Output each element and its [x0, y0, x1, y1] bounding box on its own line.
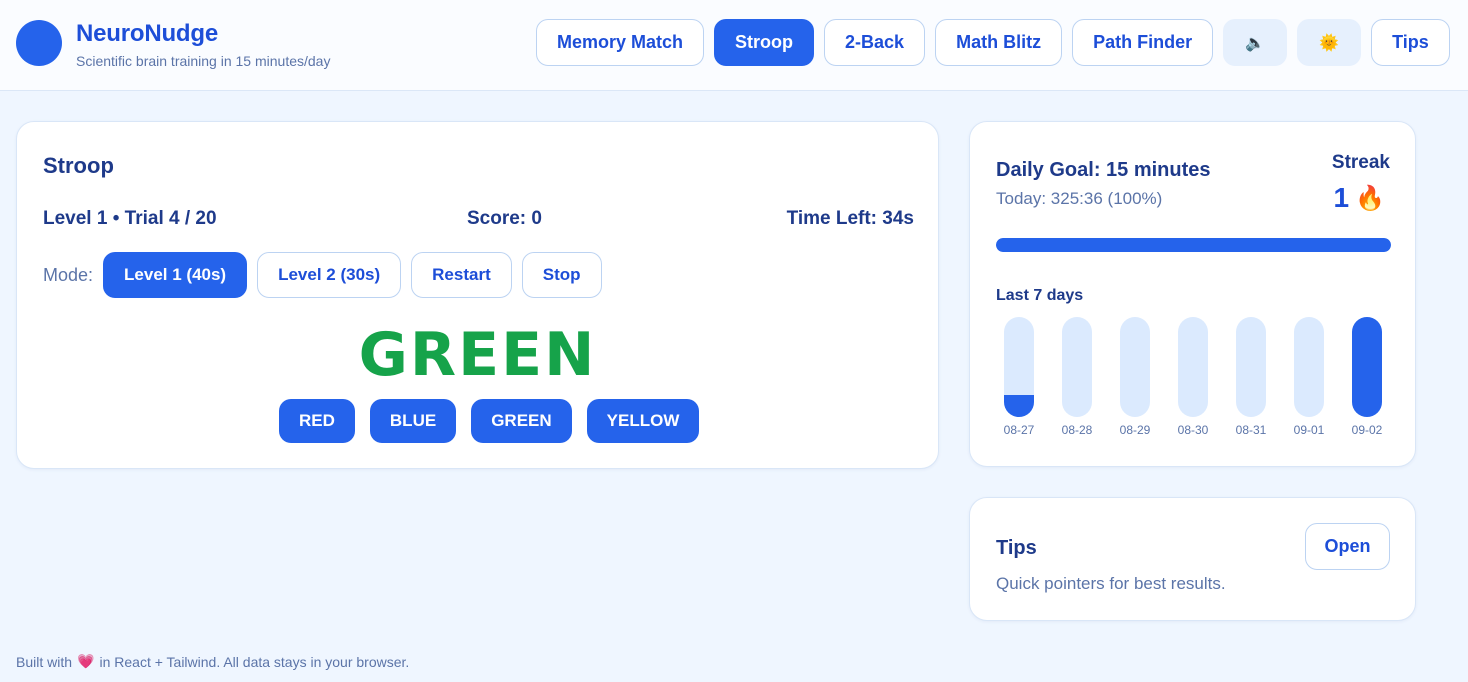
stroop-word: GREEN [358, 320, 597, 390]
restart-button[interactable]: Restart [411, 252, 512, 298]
nav-stroop[interactable]: Stroop [714, 19, 815, 66]
footer: Built with 💗 in React + Tailwind. All da… [16, 653, 409, 670]
day-label: 08-28 [1061, 423, 1093, 437]
mode-row: Mode: Level 1 (40s) Level 2 (30s) Restar… [43, 252, 602, 298]
day-label: 08-31 [1235, 423, 1267, 437]
day-label: 08-29 [1119, 423, 1151, 437]
goal-progress-bar [996, 238, 1391, 252]
mode-level-2-button[interactable]: Level 2 (30s) [257, 252, 402, 298]
mode-level-1-button[interactable]: Level 1 (40s) [103, 252, 248, 298]
streak-value: 1 🔥 [1334, 182, 1385, 214]
answer-red-button[interactable]: RED [279, 399, 355, 443]
sun-icon: 🌞 [1319, 34, 1340, 52]
answer-green-button[interactable]: GREEN [471, 399, 572, 443]
mode-label: Mode: [43, 264, 94, 285]
goal-progress-fill [996, 238, 1391, 252]
day-bar [1294, 317, 1324, 417]
game-nav: Memory Match Stroop 2-Back Math Blitz Pa… [536, 19, 1450, 66]
day-column: 09-02 [1338, 317, 1396, 437]
time-left: Time Left: 34s [786, 208, 914, 229]
day-column: 08-30 [1164, 317, 1222, 437]
theme-toggle-button[interactable]: 🌞 [1297, 19, 1362, 66]
day-column: 08-27 [990, 317, 1048, 437]
day-label: 09-01 [1293, 423, 1325, 437]
nav-memory-match[interactable]: Memory Match [536, 19, 705, 66]
game-title: Stroop [43, 153, 114, 178]
heart-icon: 💗 [77, 653, 95, 669]
answer-buttons: RED BLUE GREEN YELLOW [279, 399, 700, 443]
streak-label: Streak [1331, 152, 1390, 173]
goal-today: Today: 325:36 (100%) [996, 189, 1163, 208]
flame-icon: 🔥 [1355, 184, 1385, 212]
sound-toggle-button[interactable]: 🔈 [1223, 19, 1288, 66]
day-label: 08-30 [1177, 423, 1209, 437]
daily-goal-card: Daily Goal: 15 minutes Today: 325:36 (10… [969, 121, 1416, 467]
score: Score: 0 [467, 208, 542, 229]
level-trial: Level 1 • Trial 4 / 20 [43, 208, 217, 229]
tips-card: Tips Quick pointers for best results. Op… [969, 497, 1416, 621]
tips-description: Quick pointers for best results. [996, 574, 1226, 593]
day-bar [1120, 317, 1150, 417]
day-bar-fill [1352, 317, 1382, 417]
day-label: 08-27 [1003, 423, 1035, 437]
day-bar [1352, 317, 1382, 417]
stroop-card: Stroop Level 1 • Trial 4 / 20 Score: 0 T… [16, 121, 939, 469]
tips-open-button[interactable]: Open [1305, 523, 1390, 570]
day-column: 09-01 [1280, 317, 1338, 437]
day-column: 08-31 [1222, 317, 1280, 437]
day-bar [1062, 317, 1092, 417]
stop-button[interactable]: Stop [521, 252, 602, 298]
streak-count: 1 [1333, 182, 1350, 213]
nav-path-finder[interactable]: Path Finder [1072, 19, 1214, 66]
day-label: 09-02 [1351, 423, 1383, 437]
day-bar-fill [1004, 395, 1034, 417]
day-column: 08-28 [1048, 317, 1106, 437]
answer-yellow-button[interactable]: YELLOW [586, 399, 700, 443]
logo [16, 20, 62, 66]
nav-2-back[interactable]: 2-Back [824, 19, 926, 66]
goal-title: Daily Goal: 15 minutes [996, 159, 1211, 181]
game-stats: Level 1 • Trial 4 / 20 Score: 0 Time Lef… [43, 208, 914, 232]
footer-suffix: in React + Tailwind. All data stays in y… [99, 653, 410, 670]
footer-prefix: Built with [16, 653, 73, 670]
day-bar [1004, 317, 1034, 417]
tips-title: Tips [996, 537, 1037, 559]
app-subtitle: Scientific brain training in 15 minutes/… [76, 53, 331, 69]
speaker-icon: 🔈 [1245, 34, 1266, 52]
week-chart: 08-27 08-28 08-29 08-30 08-31 09-01 09-02 [996, 317, 1391, 447]
day-bar [1236, 317, 1266, 417]
week-label: Last 7 days [996, 287, 1084, 304]
answer-blue-button[interactable]: BLUE [369, 399, 457, 443]
day-bar [1178, 317, 1208, 417]
nav-tips[interactable]: Tips [1371, 19, 1450, 66]
app-title: NeuroNudge [76, 20, 219, 47]
nav-math-blitz[interactable]: Math Blitz [935, 19, 1063, 66]
day-column: 08-29 [1106, 317, 1164, 437]
app-header: NeuroNudge Scientific brain training in … [0, 0, 1468, 91]
